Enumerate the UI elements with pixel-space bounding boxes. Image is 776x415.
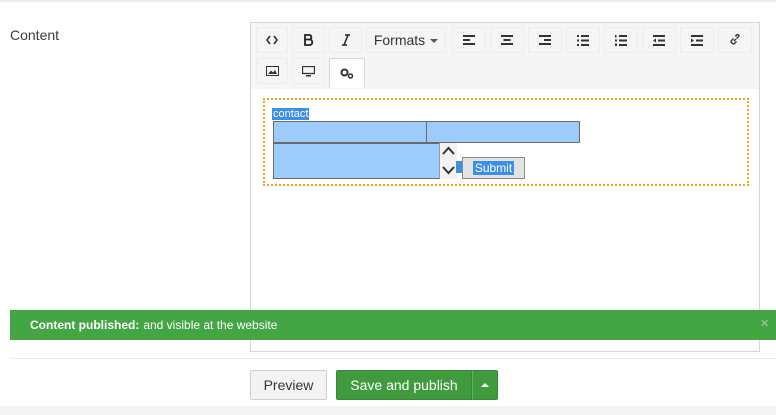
scroll-up-down-icon	[442, 146, 455, 175]
align-center-icon	[501, 35, 513, 45]
footer-divider	[10, 358, 776, 359]
link-button[interactable]	[718, 27, 752, 53]
success-notification: Content published: and visible at the we…	[10, 310, 776, 340]
embed-media-icon	[302, 65, 315, 77]
email-input[interactable]	[426, 121, 580, 143]
bold-button[interactable]	[292, 27, 325, 53]
bold-icon	[303, 34, 314, 46]
chevron-down-icon	[430, 39, 439, 43]
notification-message: and visible at the website	[143, 318, 278, 332]
form-label: contact	[272, 108, 310, 120]
image-button[interactable]	[256, 58, 288, 84]
link-icon	[729, 34, 741, 46]
name-input[interactable]	[273, 121, 427, 143]
publish-options-toggle[interactable]	[472, 370, 498, 400]
chevron-up-icon	[481, 383, 489, 387]
message-textarea[interactable]	[273, 143, 457, 179]
indent-button[interactable]	[680, 27, 714, 53]
save-and-publish-button[interactable]: Save and publish	[336, 370, 472, 400]
bullet-list-button[interactable]	[566, 27, 600, 53]
page-bottom-strip	[0, 406, 776, 415]
align-center-button[interactable]	[490, 27, 524, 53]
align-left-icon	[463, 35, 475, 45]
outdent-button[interactable]	[642, 27, 676, 53]
textarea-scroll-arrows[interactable]	[439, 143, 457, 179]
source-code-icon	[266, 35, 278, 45]
numbered-list-icon	[615, 34, 627, 46]
numbered-list-button[interactable]	[604, 27, 638, 53]
submit-label: Submit	[472, 161, 515, 175]
top-divider	[0, 0, 776, 2]
bullet-list-icon	[577, 34, 589, 46]
notification-title: Content published:	[30, 318, 140, 332]
preview-button[interactable]: Preview	[250, 370, 327, 400]
content-field-label: Content	[10, 27, 60, 43]
indent-icon	[691, 34, 703, 46]
editor-toolbar: Formats	[251, 23, 759, 90]
align-right-button[interactable]	[528, 27, 562, 53]
source-code-button[interactable]	[256, 27, 288, 53]
image-icon	[265, 66, 279, 76]
align-left-button[interactable]	[452, 27, 486, 53]
align-right-icon	[539, 35, 551, 45]
insert-macro-button[interactable]	[329, 58, 365, 88]
italic-icon	[341, 34, 351, 46]
outdent-icon	[653, 34, 665, 46]
formats-label: Formats	[373, 32, 426, 48]
macro-placeholder[interactable]: contact Submit	[263, 98, 749, 186]
rich-text-editor: Formats contact Submit	[250, 22, 760, 352]
formats-dropdown[interactable]: Formats	[366, 27, 446, 53]
italic-button[interactable]	[329, 27, 362, 53]
insert-macro-icon	[340, 68, 354, 79]
close-icon[interactable]: ×	[760, 316, 769, 332]
form-submit-button[interactable]: Submit	[462, 157, 525, 179]
embed-media-button[interactable]	[292, 58, 325, 84]
